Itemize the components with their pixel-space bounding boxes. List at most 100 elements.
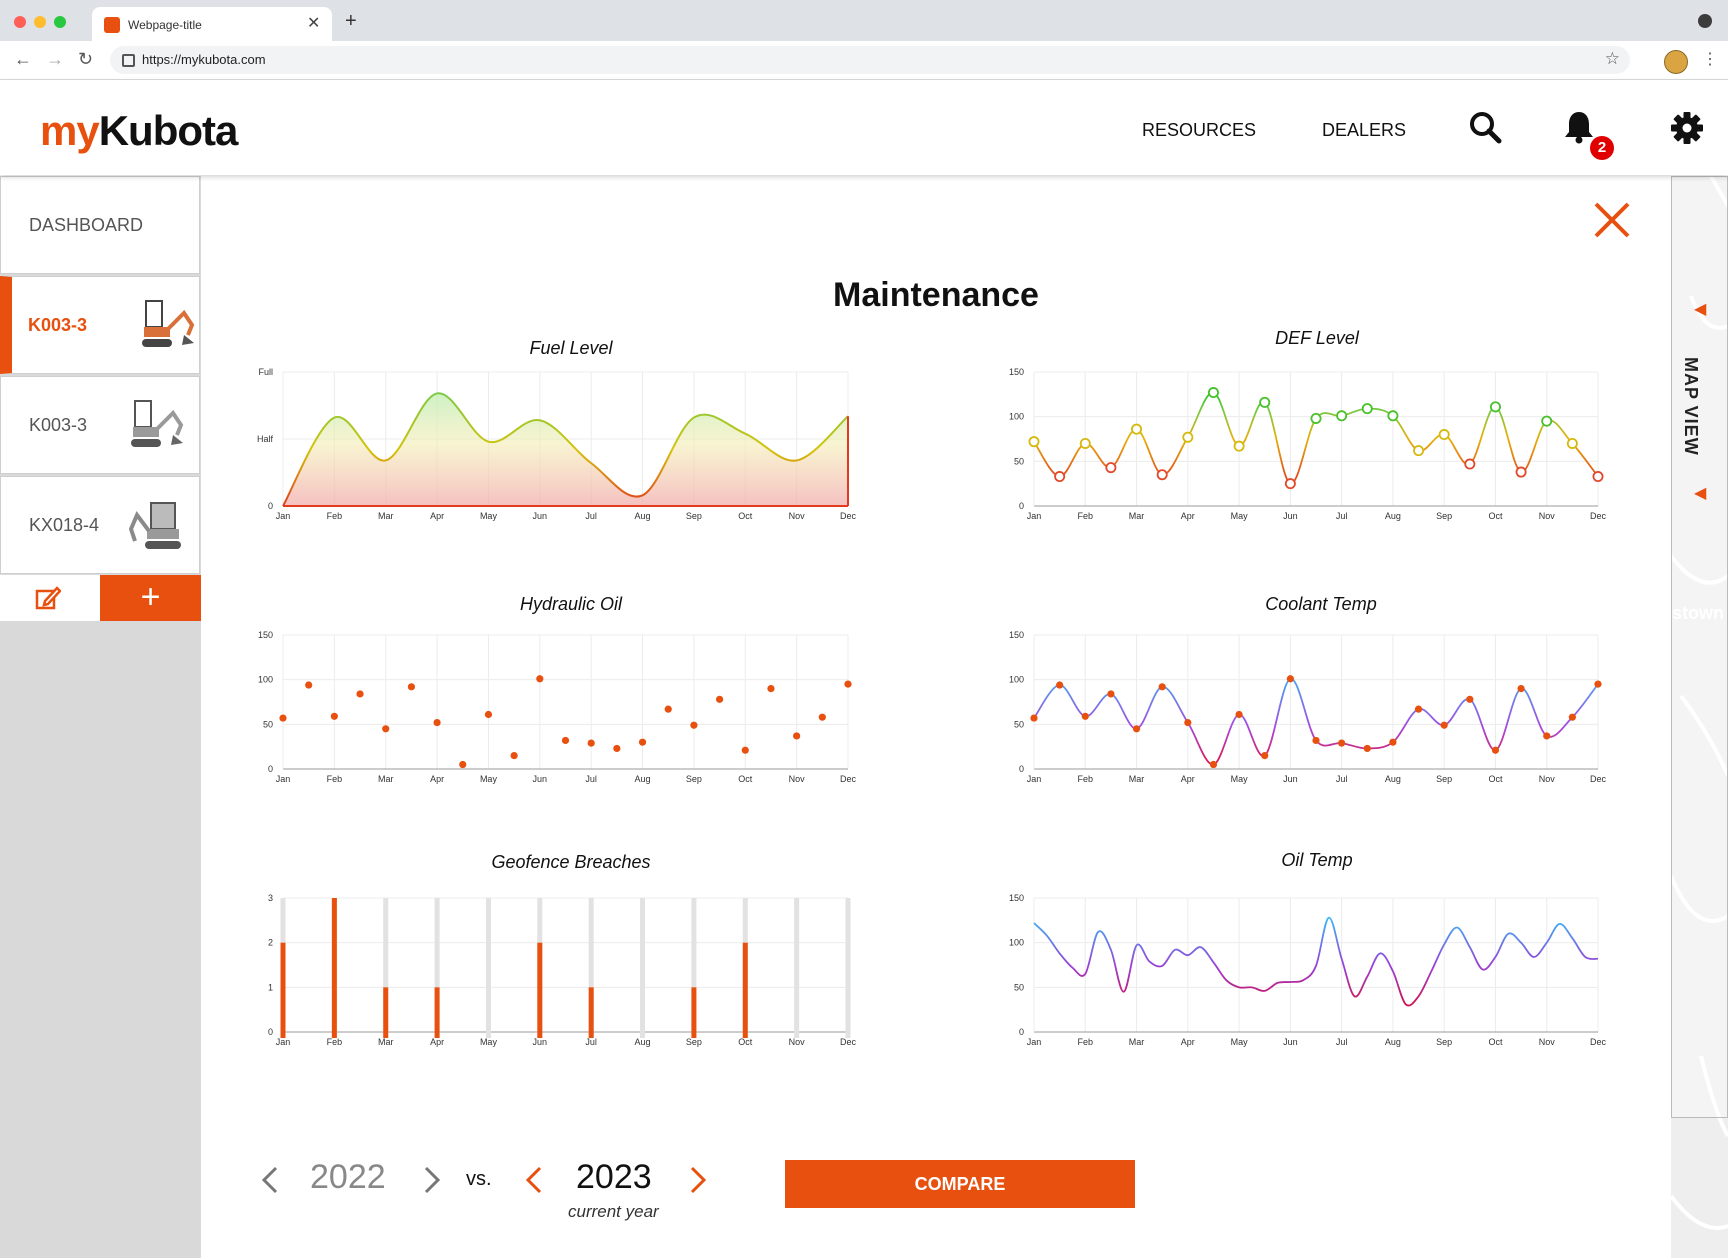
bar-track [794, 898, 800, 1038]
arrow-left-icon[interactable]: ◀ [1694, 299, 1706, 319]
year-a-prev-icon[interactable] [258, 1160, 282, 1200]
x-tick-label: Nov [1539, 1037, 1556, 1047]
y-tick-label: Full [258, 367, 273, 377]
scatter-point [613, 744, 621, 753]
data-marker [1568, 713, 1576, 721]
x-tick-label: Aug [635, 1037, 651, 1047]
year-b-prev-icon[interactable] [522, 1160, 546, 1200]
map-view-toggle[interactable]: ◀ MAP VIEW ◀ stown [1671, 176, 1728, 1118]
series-line [1033, 677, 1599, 766]
excavator-thumbnail-icon [129, 502, 181, 549]
data-marker [1491, 746, 1500, 754]
excavator-thumbnail-icon [142, 300, 195, 347]
sidebar-item-dashboard[interactable]: DASHBOARD [0, 176, 200, 274]
x-tick-label: Mar [378, 1037, 394, 1047]
data-marker [1543, 732, 1551, 740]
data-marker [1338, 739, 1346, 747]
y-tick-label: 150 [258, 630, 273, 640]
y-tick-label: 0 [1019, 501, 1024, 511]
new-tab-icon[interactable]: + [345, 10, 357, 33]
year-a-next-icon[interactable] [420, 1160, 444, 1200]
x-tick-label: Nov [789, 1037, 806, 1047]
x-tick-label: Nov [1539, 774, 1556, 784]
x-tick-label: Jul [1336, 1037, 1348, 1047]
x-tick-label: Mar [1129, 1037, 1145, 1047]
browser-tab[interactable]: Webpage-title ✕ [92, 7, 332, 41]
tab-close-icon[interactable]: ✕ [307, 13, 320, 33]
address-toolbar: ← → ↻ https://mykubota.com ☆ ⋮ [0, 41, 1728, 80]
sidebar-item-machine-3[interactable]: KX018-4 [0, 476, 200, 574]
x-tick-label: Feb [1078, 1037, 1094, 1047]
x-tick-label: Dec [840, 774, 857, 784]
scatter-point [844, 680, 852, 688]
data-marker [1389, 738, 1397, 746]
x-tick-label: Jul [585, 774, 597, 784]
browser-menu-icon[interactable]: ⋮ [1702, 49, 1718, 69]
sidebar-item-label: K003-3 [28, 315, 88, 335]
window-minimize-control[interactable] [34, 16, 46, 28]
x-tick-label: Aug [1385, 1037, 1401, 1047]
year-b-next-icon[interactable] [686, 1160, 710, 1200]
gear-icon[interactable] [1670, 111, 1704, 145]
close-icon[interactable] [1592, 200, 1632, 240]
data-marker [1515, 466, 1527, 478]
back-icon[interactable]: ← [14, 49, 32, 70]
bar-track [845, 898, 851, 1038]
y-tick-label: 150 [1009, 893, 1024, 903]
nav-resources[interactable]: RESOURCES [1142, 120, 1256, 141]
edit-machines-button[interactable] [0, 575, 100, 621]
lock-icon [122, 54, 135, 67]
x-tick-label: Jul [1336, 511, 1348, 521]
scatter-point [305, 681, 313, 689]
year-b: 2023 [576, 1158, 652, 1196]
arrow-left-icon[interactable]: ◀ [1694, 483, 1706, 503]
compare-button[interactable]: COMPARE [785, 1160, 1135, 1208]
search-icon[interactable] [1468, 110, 1502, 144]
main-content: Maintenance Fuel Level DEF Level Hydraul… [201, 176, 1671, 1258]
bar [691, 987, 697, 1038]
scatter-point [330, 712, 338, 720]
x-tick-label: Jul [585, 1037, 597, 1047]
bar [331, 898, 337, 1038]
bar [742, 942, 748, 1038]
window-close-control[interactable] [14, 16, 26, 28]
x-tick-label: Sep [686, 774, 702, 784]
x-tick-label: Aug [635, 511, 651, 521]
sidebar-item-machine-2[interactable]: K003-3 [0, 376, 200, 474]
mykubota-logo[interactable]: myKubota [40, 110, 238, 152]
x-tick-label: Oct [1488, 1037, 1503, 1047]
x-tick-label: Aug [1385, 511, 1401, 521]
address-bar[interactable]: https://mykubota.com ☆ [110, 46, 1630, 74]
x-tick-label: Oct [738, 774, 753, 784]
nav-dealers[interactable]: DEALERS [1322, 120, 1406, 141]
x-tick-label: Jun [533, 1037, 548, 1047]
data-marker [1592, 471, 1604, 483]
y-tick-label: 100 [258, 675, 273, 685]
scatter-point [587, 739, 595, 747]
reload-icon[interactable]: ↻ [78, 49, 93, 70]
scatter-point [818, 713, 826, 721]
x-tick-label: Apr [430, 511, 444, 521]
data-marker [1336, 410, 1348, 422]
data-marker [1182, 431, 1194, 443]
data-marker [1028, 436, 1040, 448]
profile-avatar[interactable] [1664, 50, 1688, 74]
data-marker [1132, 725, 1141, 733]
forward-icon[interactable]: → [46, 49, 64, 70]
sidebar-item-label: KX018-4 [29, 515, 100, 535]
add-machine-button[interactable]: + [100, 575, 201, 621]
x-tick-label: Mar [378, 774, 394, 784]
bar [537, 942, 543, 1038]
x-tick-label: Oct [1488, 774, 1503, 784]
scatter-point [741, 746, 749, 754]
window-maximize-control[interactable] [54, 16, 66, 28]
x-tick-label: Nov [789, 511, 806, 521]
sidebar-item-machine-1[interactable]: K003-3 [0, 276, 200, 374]
bookmark-star-icon[interactable]: ☆ [1605, 49, 1620, 69]
tab-search-icon[interactable] [1698, 14, 1712, 28]
bell-icon[interactable] [1563, 110, 1595, 144]
bar [280, 942, 286, 1038]
x-tick-label: Apr [1181, 511, 1195, 521]
scatter-point [459, 760, 467, 769]
map-view-panel[interactable]: ◀ MAP VIEW ◀ stown [1671, 176, 1728, 1258]
